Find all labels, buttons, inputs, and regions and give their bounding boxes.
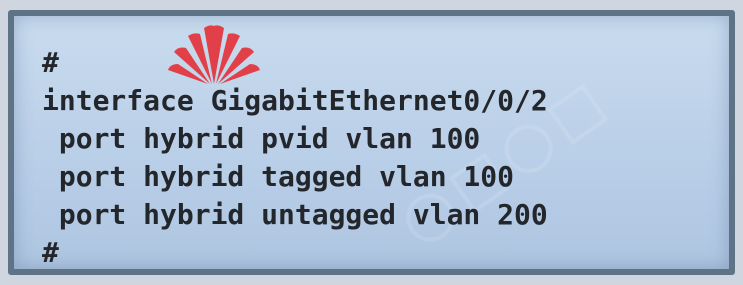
config-panel: # interface GigabitEthernet0/0/2 port hyb… xyxy=(8,10,735,275)
config-line: interface GigabitEthernet0/0/2 xyxy=(42,84,548,117)
config-line: # xyxy=(42,46,59,79)
config-line: port hybrid untagged vlan 200 xyxy=(42,198,548,231)
config-line: # xyxy=(42,236,59,269)
config-line: port hybrid tagged vlan 100 xyxy=(42,160,515,193)
screenshot-frame: # interface GigabitEthernet0/0/2 port hyb… xyxy=(0,0,743,285)
config-code-block: # interface GigabitEthernet0/0/2 port hyb… xyxy=(42,44,548,269)
config-line: port hybrid pvid vlan 100 xyxy=(42,122,481,155)
